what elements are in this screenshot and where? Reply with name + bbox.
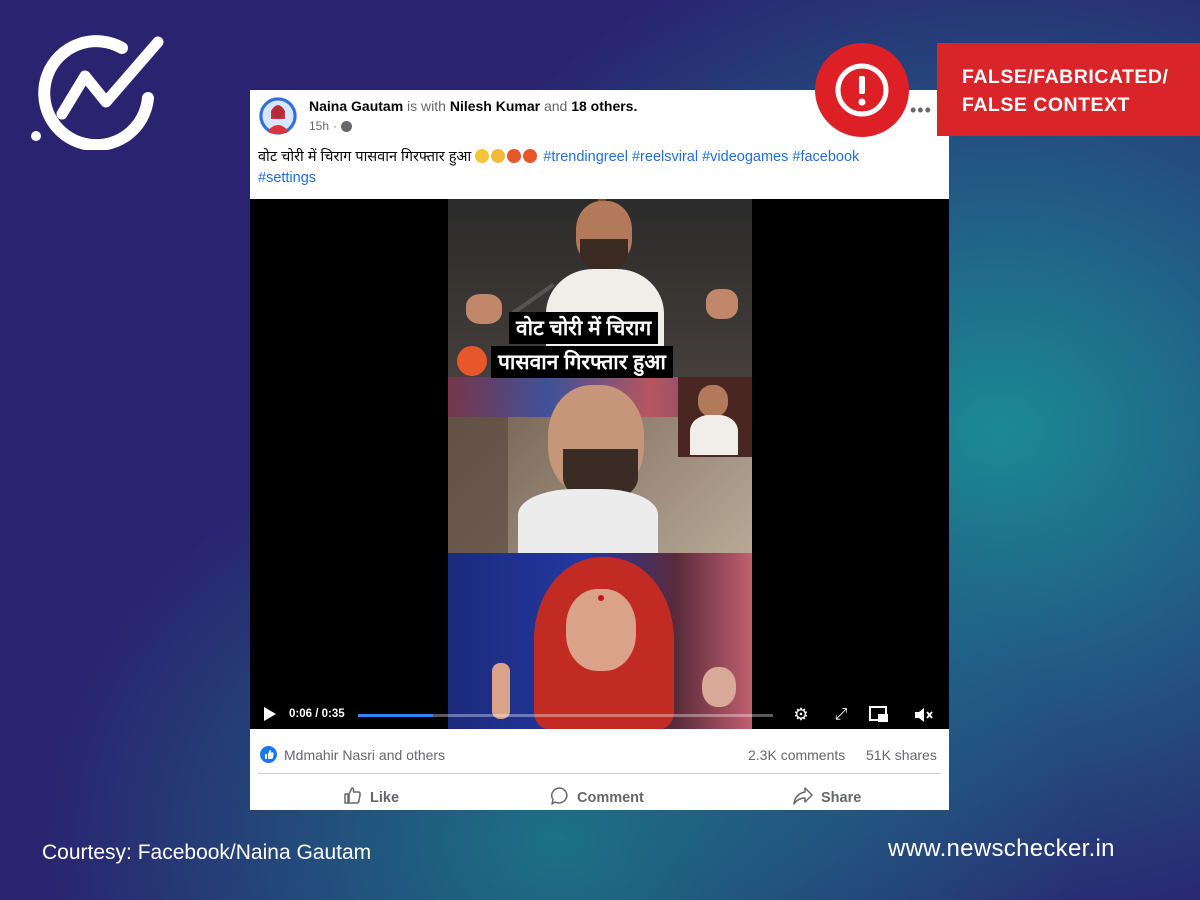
man-kurta (518, 489, 658, 553)
post-time-separator: · (333, 119, 338, 133)
play-icon[interactable] (264, 707, 276, 721)
with-text: is with (403, 98, 450, 114)
crowd-left (448, 417, 508, 553)
verdict-line-1: FALSE/FABRICATED/ (962, 66, 1169, 88)
video-controls: 0:06 / 0:35 ⚙ ⤢ (250, 699, 949, 729)
author-line: Naina Gautam is with Nilesh Kumar and 18… (309, 98, 637, 114)
comment-label: Comment (577, 790, 644, 806)
author-name[interactable]: Naina Gautam (309, 98, 403, 114)
angry-face-emoji (457, 346, 487, 376)
caption-text: वोट चोरी में चिराग पासवान गिरफ्तार हुआ (258, 149, 472, 165)
angry-face-emoji (523, 149, 538, 163)
overlay-text-line-2: पासवान गिरफ्तार हुआ (491, 346, 673, 378)
divider (258, 773, 941, 774)
facebook-post-card: Naina Gautam is with Nilesh Kumar and 18… (250, 90, 949, 810)
reactions-text[interactable]: Mdmahir Nasri and others (284, 747, 445, 763)
like-reaction-icon (260, 746, 277, 763)
verdict-text: FALSE/FABRICATED/ FALSE CONTEXT (962, 63, 1168, 119)
hashtag[interactable]: #facebook (792, 149, 859, 165)
share-label: Share (821, 790, 862, 806)
shares-count[interactable]: 51K shares (866, 747, 937, 763)
courtesy-credit: Courtesy: Facebook/Naina Gautam (42, 841, 372, 864)
verdict-label: FALSE/FABRICATED/ FALSE CONTEXT (937, 43, 1200, 136)
woman-face (566, 589, 636, 671)
shocked-face-emoji (491, 149, 506, 163)
speaker-beard (580, 239, 628, 269)
speaker-hand-left (466, 294, 502, 324)
progress-fill (358, 714, 433, 717)
share-arrow-icon (792, 786, 814, 810)
hashtag[interactable]: #reelsviral (632, 149, 698, 165)
globe-icon (341, 120, 353, 132)
hashtag[interactable]: #settings (258, 170, 316, 186)
inset-face (698, 385, 728, 417)
inset-kurta (690, 415, 738, 455)
thumbs-up-icon (343, 786, 363, 810)
angry-face-emoji (507, 149, 522, 163)
tagged-others[interactable]: 18 others. (571, 98, 637, 114)
post-time[interactable]: 15h (309, 119, 329, 133)
speaker-hand-right (706, 289, 738, 319)
mute-icon[interactable] (912, 704, 934, 726)
website-url: www.newschecker.in (888, 835, 1115, 862)
fullscreen-icon[interactable]: ⤢ (830, 704, 852, 726)
bindi (598, 595, 604, 601)
video-time: 0:06 / 0:35 (289, 708, 345, 720)
comment-button[interactable]: Comment (550, 786, 644, 810)
progress-bar[interactable] (358, 714, 773, 717)
and-text: and (540, 98, 572, 114)
post-caption: वोट चोरी में चिराग पासवान गिरफ्तार हुआ #… (258, 147, 948, 189)
overlay-text-line-1: वोट चोरी में चिराग (509, 312, 659, 344)
comment-bubble-icon (550, 786, 570, 810)
settings-gear-icon[interactable]: ⚙ (790, 704, 812, 726)
hashtag[interactable]: #videogames (702, 149, 788, 165)
picture-in-picture-icon[interactable] (868, 704, 890, 726)
sad-face-emoji (475, 149, 490, 163)
verdict-line-2: FALSE CONTEXT (962, 94, 1130, 116)
share-button[interactable]: Share (792, 786, 861, 810)
newschecker-logo-icon (30, 30, 165, 152)
more-options-icon[interactable]: ••• (910, 100, 932, 121)
video-player[interactable]: वोट चोरी में चिराग पासवान गिरफ्तार हुआ 0… (250, 199, 949, 729)
like-label: Like (370, 790, 400, 806)
reactions-row: Mdmahir Nasri and others 2.3K comments 5… (250, 738, 949, 766)
hashtag[interactable]: #trendingreel (543, 149, 628, 165)
tagged-name[interactable]: Nilesh Kumar (450, 98, 540, 114)
like-button[interactable]: Like (343, 786, 399, 810)
author-avatar[interactable] (259, 97, 297, 135)
post-time-line: 15h · (309, 119, 353, 133)
exclamation-alert-icon (815, 43, 909, 137)
video-frame-crowd (448, 377, 752, 553)
comments-count[interactable]: 2.3K comments (748, 747, 845, 763)
